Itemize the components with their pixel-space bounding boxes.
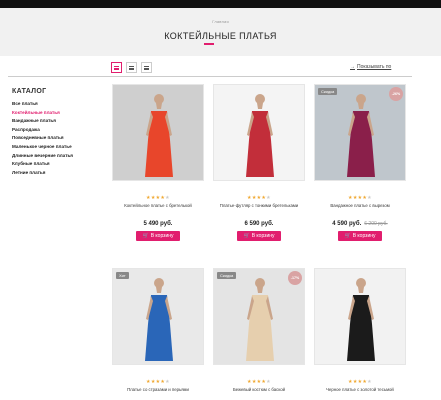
product-badge: Хит — [116, 272, 129, 279]
dress-illustration — [145, 278, 173, 361]
sidebar-item-long-evening[interactable]: Длинные вечерние платья — [12, 152, 107, 161]
sidebar-item-summer[interactable]: Летние платья — [12, 169, 107, 178]
product-price: 5 490 руб. — [112, 221, 204, 227]
add-to-cart-button[interactable]: 🛒 В корзину — [136, 231, 180, 241]
rating-stars: ★★★★★ — [146, 379, 170, 385]
dress-illustration — [145, 94, 173, 177]
sidebar-item-club[interactable]: Клубные платья — [12, 160, 107, 169]
product-name[interactable]: Вандажное платье с вырезом — [314, 203, 406, 214]
add-to-cart-label: В корзину — [150, 233, 174, 239]
add-to-cart-label: В корзину — [251, 233, 275, 239]
sidebar-item-bandage[interactable]: Вандажные платья — [12, 117, 107, 126]
product-badge: Скидка — [217, 272, 237, 279]
compact-view-button[interactable] — [141, 62, 152, 73]
top-bar — [0, 0, 441, 8]
view-switcher — [111, 62, 152, 73]
catalog-sidebar: КАТАЛОГ Все платья Коктейльные платья Ва… — [12, 88, 107, 177]
product-image[interactable]: Скидка -17% — [213, 268, 305, 365]
sidebar-item-little-black[interactable]: Маленькое черное платье — [12, 143, 107, 152]
current-price: 5 490 руб. — [143, 221, 173, 227]
breadcrumb[interactable]: Главная — [0, 19, 441, 24]
product-image[interactable] — [213, 84, 305, 181]
old-price: 6 200 руб. — [364, 221, 388, 227]
add-to-cart-button[interactable]: 🛒 В корзину — [237, 231, 281, 241]
product-card[interactable]: Скидка -26% ★★★★★ Вандажное платье с вырезо… — [314, 84, 406, 241]
compact-list-icon — [144, 65, 149, 70]
title-underline — [204, 43, 214, 45]
add-to-cart-label: В корзину — [352, 233, 376, 239]
toolbar-divider — [8, 76, 412, 77]
product-card[interactable]: ★★★★★ Платье-футляр с тонкими бретельками… — [213, 84, 305, 241]
list-icon — [129, 65, 134, 70]
discount-badge: -26% — [389, 87, 403, 101]
product-card[interactable]: ★★★★★ Черное платье с золотой тесьмой — [314, 268, 406, 398]
product-card[interactable]: Хит ★★★★★ Платье со стразами и перьями — [112, 268, 204, 398]
dress-illustration — [347, 278, 375, 361]
grid-view-button[interactable] — [111, 62, 122, 73]
page-title: КОКТЕЙЛЬНЫЕ ПЛАТЬЯ — [164, 31, 277, 41]
sidebar-item-sale[interactable]: Распродажа — [12, 126, 107, 135]
sidebar-item-all[interactable]: Все платья — [12, 100, 107, 109]
product-image[interactable]: Скидка -26% — [314, 84, 406, 181]
list-view-button[interactable] — [126, 62, 137, 73]
current-price: 4 590 руб. — [332, 221, 362, 227]
show-per-page-label: Показывать по — [357, 64, 392, 70]
grid-icon — [114, 65, 119, 70]
cart-icon: 🛒 — [344, 233, 351, 239]
product-card[interactable]: ★★★★★ Коктейльное платье с бретелькой 5 49… — [112, 84, 204, 241]
product-image[interactable]: Хит — [112, 268, 204, 365]
catalog-title: КАТАЛОГ — [12, 88, 47, 95]
product-name[interactable]: Бежевый костюм с баской — [213, 387, 305, 398]
current-price: 6 590 руб. — [244, 221, 274, 227]
product-name[interactable]: Платье со стразами и перьями — [112, 387, 204, 398]
rating-stars: ★★★★★ — [348, 195, 372, 201]
rating-stars: ★★★★★ — [348, 379, 372, 385]
product-price: 6 590 руб. — [213, 221, 305, 227]
rating-stars: ★★★★★ — [247, 379, 271, 385]
show-per-page-link[interactable]: → Показывать по — [350, 64, 391, 70]
dress-illustration — [246, 94, 274, 177]
arrow-icon: → — [350, 64, 355, 70]
cart-icon: 🛒 — [243, 233, 250, 239]
add-to-cart-button[interactable]: 🛒 В корзину — [338, 231, 382, 241]
sidebar-item-cocktail[interactable]: Коктейльные платья — [12, 109, 107, 118]
product-name[interactable]: Платье-футляр с тонкими бретельками — [213, 203, 305, 214]
product-badge: Скидка — [318, 88, 338, 95]
rating-stars: ★★★★★ — [146, 195, 170, 201]
product-name[interactable]: Черное платье с золотой тесьмой — [314, 387, 406, 398]
sidebar-item-casual[interactable]: Повседневные платья — [12, 134, 107, 143]
product-card[interactable]: Скидка -17% ★★★★★ Бежевый костюм с баской — [213, 268, 305, 398]
product-image[interactable] — [314, 268, 406, 365]
page-header: Главная КОКТЕЙЛЬНЫЕ ПЛАТЬЯ — [0, 8, 441, 56]
product-name[interactable]: Коктейльное платье с бретелькой — [112, 203, 204, 214]
rating-stars: ★★★★★ — [247, 195, 271, 201]
product-price: 4 590 руб. 6 200 руб. — [314, 221, 406, 227]
cart-icon: 🛒 — [142, 233, 149, 239]
product-image[interactable] — [112, 84, 204, 181]
discount-badge: -17% — [288, 271, 302, 285]
